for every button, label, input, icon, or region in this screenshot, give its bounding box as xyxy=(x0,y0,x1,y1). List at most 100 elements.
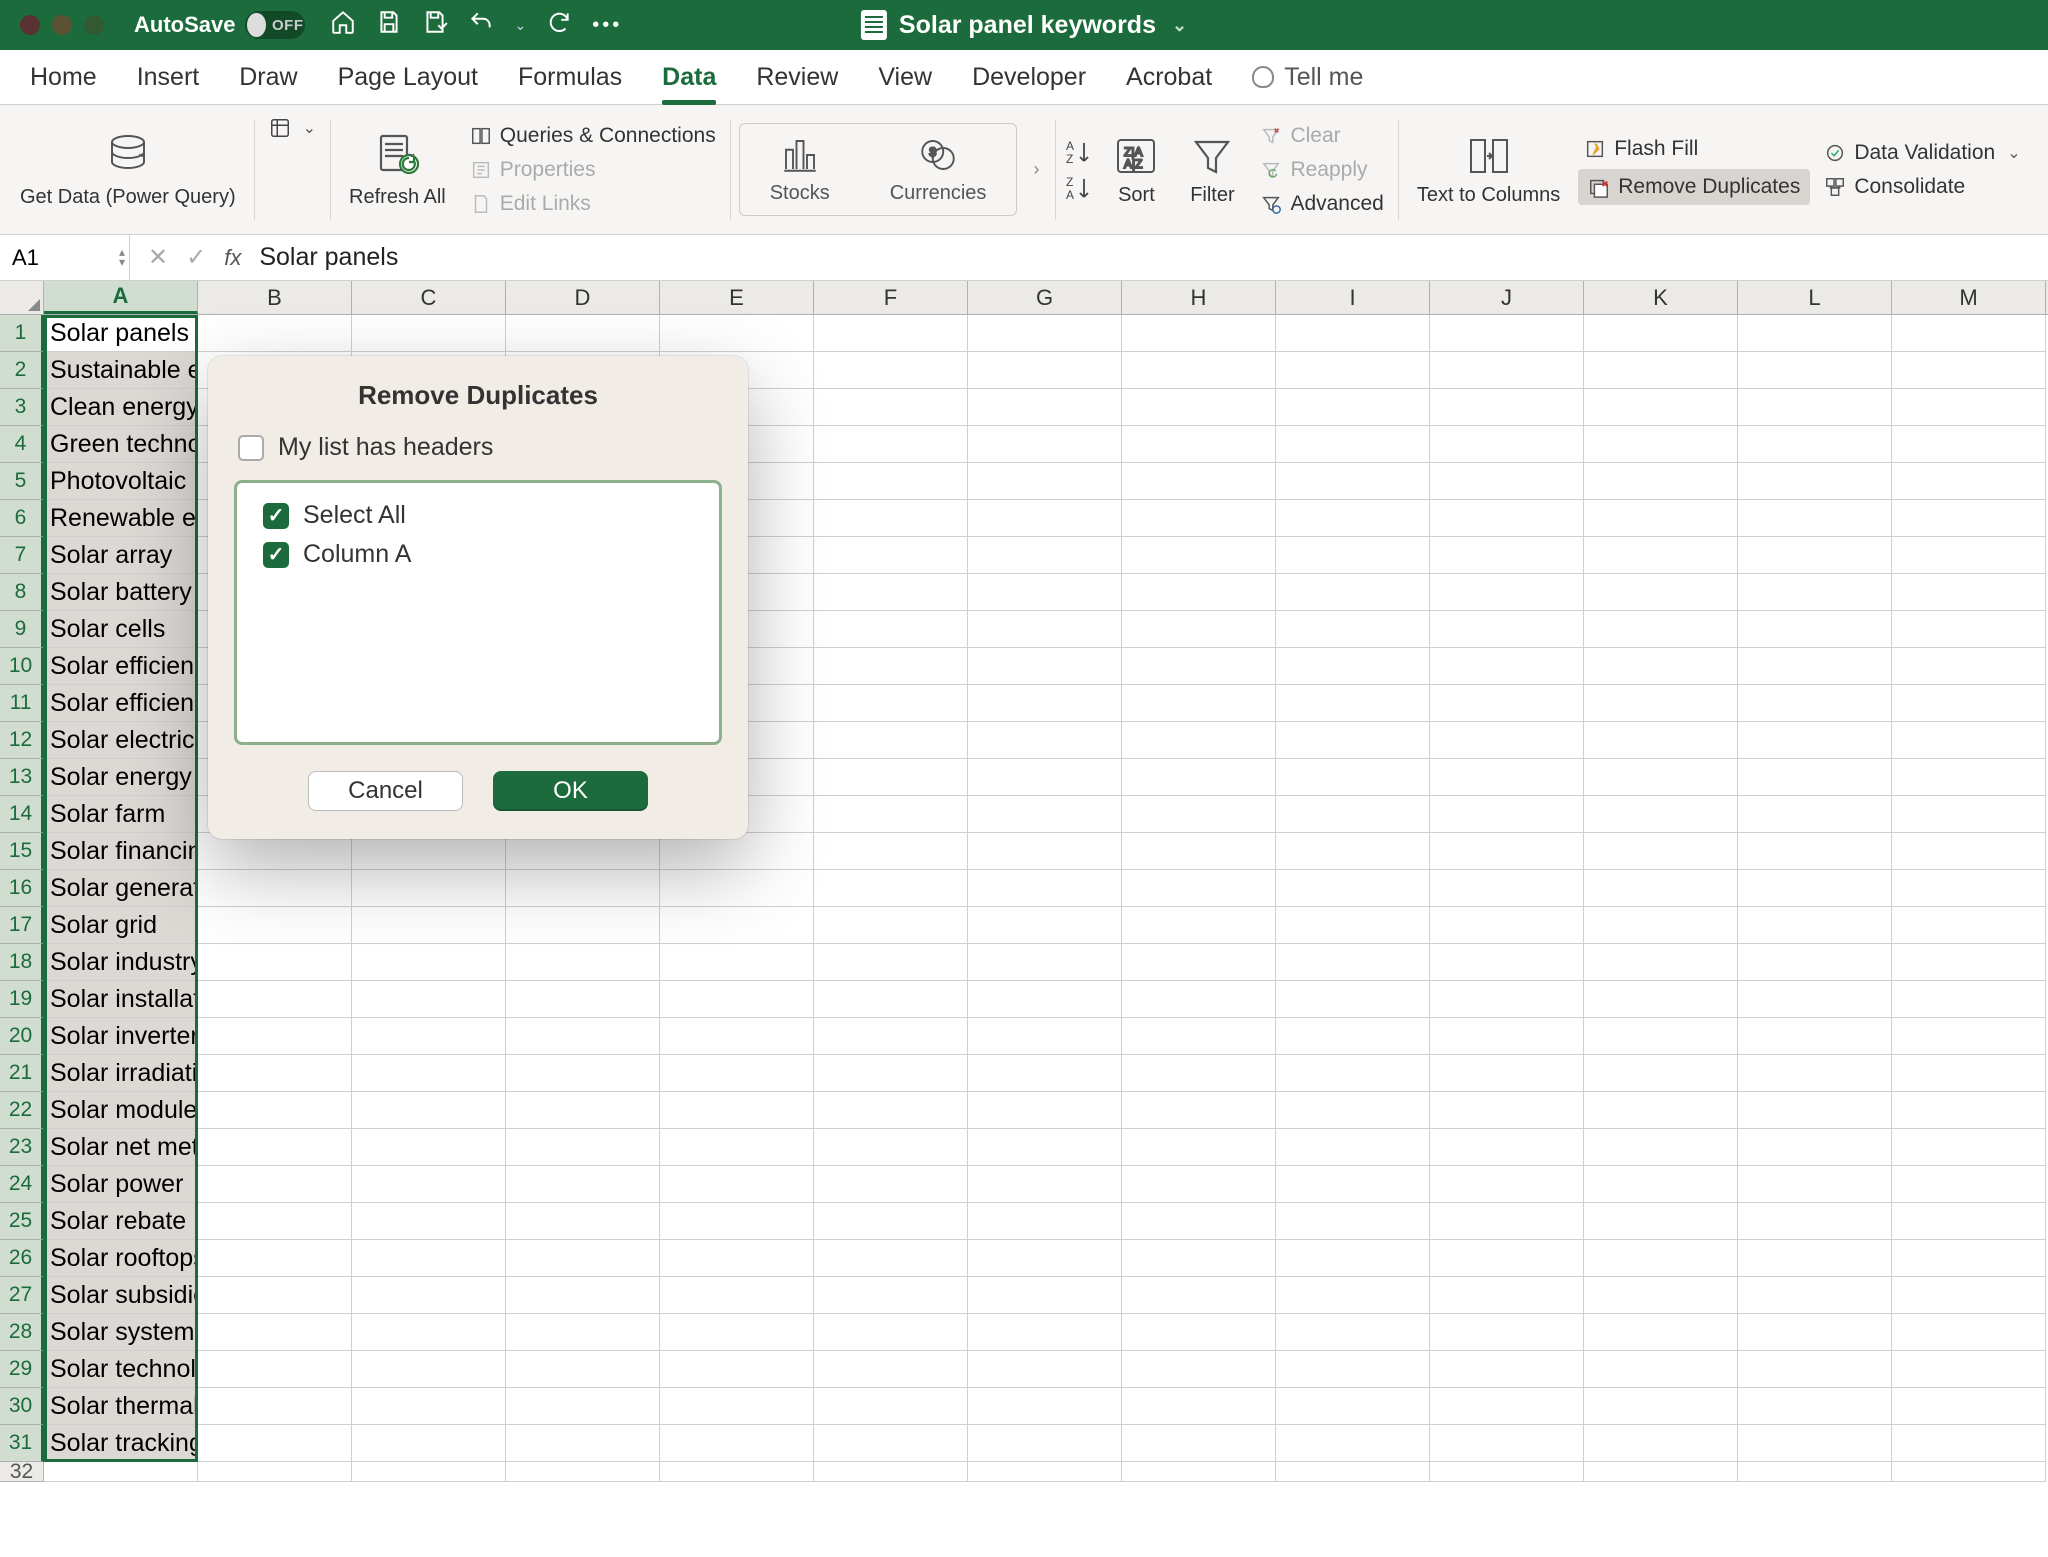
row-header[interactable]: 29 xyxy=(0,1351,44,1388)
row-header[interactable]: 9 xyxy=(0,611,44,648)
cell[interactable] xyxy=(1584,648,1738,685)
cell[interactable] xyxy=(1122,1425,1276,1462)
row-header[interactable]: 5 xyxy=(0,463,44,500)
cell[interactable] xyxy=(1276,1425,1430,1462)
cell[interactable] xyxy=(1738,500,1892,537)
cell[interactable] xyxy=(660,1277,814,1314)
tab-page-layout[interactable]: Page Layout xyxy=(318,50,498,104)
consolidate-button[interactable]: Consolidate xyxy=(1818,173,2026,201)
fx-icon[interactable]: fx xyxy=(224,245,241,271)
cell[interactable] xyxy=(660,1129,814,1166)
cell[interactable] xyxy=(1892,537,2046,574)
tell-me[interactable]: Tell me xyxy=(1252,63,1363,92)
cell[interactable] xyxy=(814,722,968,759)
column-a-checkbox[interactable] xyxy=(263,542,289,568)
cell[interactable] xyxy=(1122,1129,1276,1166)
cell[interactable] xyxy=(660,315,814,352)
row-header[interactable]: 1 xyxy=(0,315,44,352)
cell[interactable] xyxy=(814,1351,968,1388)
more-icon[interactable]: ••• xyxy=(592,14,622,37)
cell[interactable] xyxy=(198,907,352,944)
cell[interactable] xyxy=(1738,907,1892,944)
cell[interactable] xyxy=(1584,315,1738,352)
cell[interactable]: Solar farm xyxy=(44,796,198,833)
cell[interactable] xyxy=(1892,907,2046,944)
cell[interactable] xyxy=(198,1314,352,1351)
cell[interactable] xyxy=(352,1203,506,1240)
cell[interactable] xyxy=(1584,1314,1738,1351)
row-header[interactable]: 20 xyxy=(0,1018,44,1055)
cell[interactable] xyxy=(1276,1018,1430,1055)
select-all-checkbox[interactable] xyxy=(263,503,289,529)
cell[interactable] xyxy=(814,1425,968,1462)
cell[interactable] xyxy=(506,1314,660,1351)
cell[interactable] xyxy=(1122,1314,1276,1351)
cell[interactable] xyxy=(1738,537,1892,574)
reapply-filter-button[interactable]: Reapply xyxy=(1254,156,1389,184)
cell[interactable] xyxy=(1584,574,1738,611)
advanced-filter-button[interactable]: Advanced xyxy=(1254,190,1389,218)
cell[interactable] xyxy=(1276,463,1430,500)
cell[interactable] xyxy=(1430,870,1584,907)
row-header[interactable]: 12 xyxy=(0,722,44,759)
cell[interactable] xyxy=(968,1166,1122,1203)
cell[interactable] xyxy=(1122,907,1276,944)
cell[interactable] xyxy=(506,1277,660,1314)
cell[interactable] xyxy=(660,944,814,981)
cell[interactable]: Solar battery xyxy=(44,574,198,611)
cell[interactable] xyxy=(968,722,1122,759)
column-header[interactable]: C xyxy=(352,281,506,314)
queries-connections-button[interactable]: Queries & Connections xyxy=(464,122,722,150)
cell[interactable] xyxy=(968,1425,1122,1462)
cell[interactable] xyxy=(1738,1314,1892,1351)
cell[interactable] xyxy=(1892,1314,2046,1351)
cell[interactable] xyxy=(814,426,968,463)
cell[interactable] xyxy=(1430,1129,1584,1166)
cell[interactable] xyxy=(1430,389,1584,426)
cell[interactable] xyxy=(1430,1092,1584,1129)
cell[interactable] xyxy=(1276,315,1430,352)
cell[interactable] xyxy=(1738,1018,1892,1055)
cell[interactable] xyxy=(198,1351,352,1388)
cell[interactable] xyxy=(1276,1166,1430,1203)
row-header[interactable]: 13 xyxy=(0,759,44,796)
cell[interactable] xyxy=(814,574,968,611)
cell[interactable] xyxy=(1430,1351,1584,1388)
cell[interactable] xyxy=(506,1055,660,1092)
cell[interactable]: Solar panels xyxy=(44,315,198,352)
cell[interactable] xyxy=(1738,759,1892,796)
cell[interactable] xyxy=(1738,1055,1892,1092)
cell[interactable] xyxy=(968,1129,1122,1166)
cell[interactable] xyxy=(506,907,660,944)
headers-checkbox-row[interactable]: My list has headers xyxy=(234,433,722,462)
row-header[interactable]: 19 xyxy=(0,981,44,1018)
column-header[interactable]: B xyxy=(198,281,352,314)
cell[interactable] xyxy=(1584,1425,1738,1462)
column-header[interactable]: H xyxy=(1122,281,1276,314)
cell[interactable] xyxy=(506,981,660,1018)
cell[interactable] xyxy=(814,1277,968,1314)
cell[interactable] xyxy=(1122,648,1276,685)
cell[interactable]: Solar efficiency xyxy=(44,648,198,685)
cell[interactable] xyxy=(1122,426,1276,463)
cell[interactable] xyxy=(1584,907,1738,944)
cell[interactable] xyxy=(1738,722,1892,759)
cell[interactable] xyxy=(1584,463,1738,500)
cell[interactable] xyxy=(352,1055,506,1092)
cell[interactable] xyxy=(1276,648,1430,685)
cell[interactable] xyxy=(1122,389,1276,426)
cell[interactable] xyxy=(1430,685,1584,722)
cell[interactable] xyxy=(814,1388,968,1425)
cell[interactable] xyxy=(1738,833,1892,870)
cell[interactable] xyxy=(1276,1092,1430,1129)
cell[interactable] xyxy=(352,1166,506,1203)
cell[interactable] xyxy=(1892,759,2046,796)
cell[interactable] xyxy=(814,1055,968,1092)
select-all-row[interactable]: Select All xyxy=(259,501,697,530)
cell[interactable] xyxy=(968,463,1122,500)
row-header[interactable]: 11 xyxy=(0,685,44,722)
cell[interactable] xyxy=(506,1388,660,1425)
cell[interactable] xyxy=(1584,1129,1738,1166)
cell[interactable] xyxy=(352,315,506,352)
cell[interactable] xyxy=(198,981,352,1018)
